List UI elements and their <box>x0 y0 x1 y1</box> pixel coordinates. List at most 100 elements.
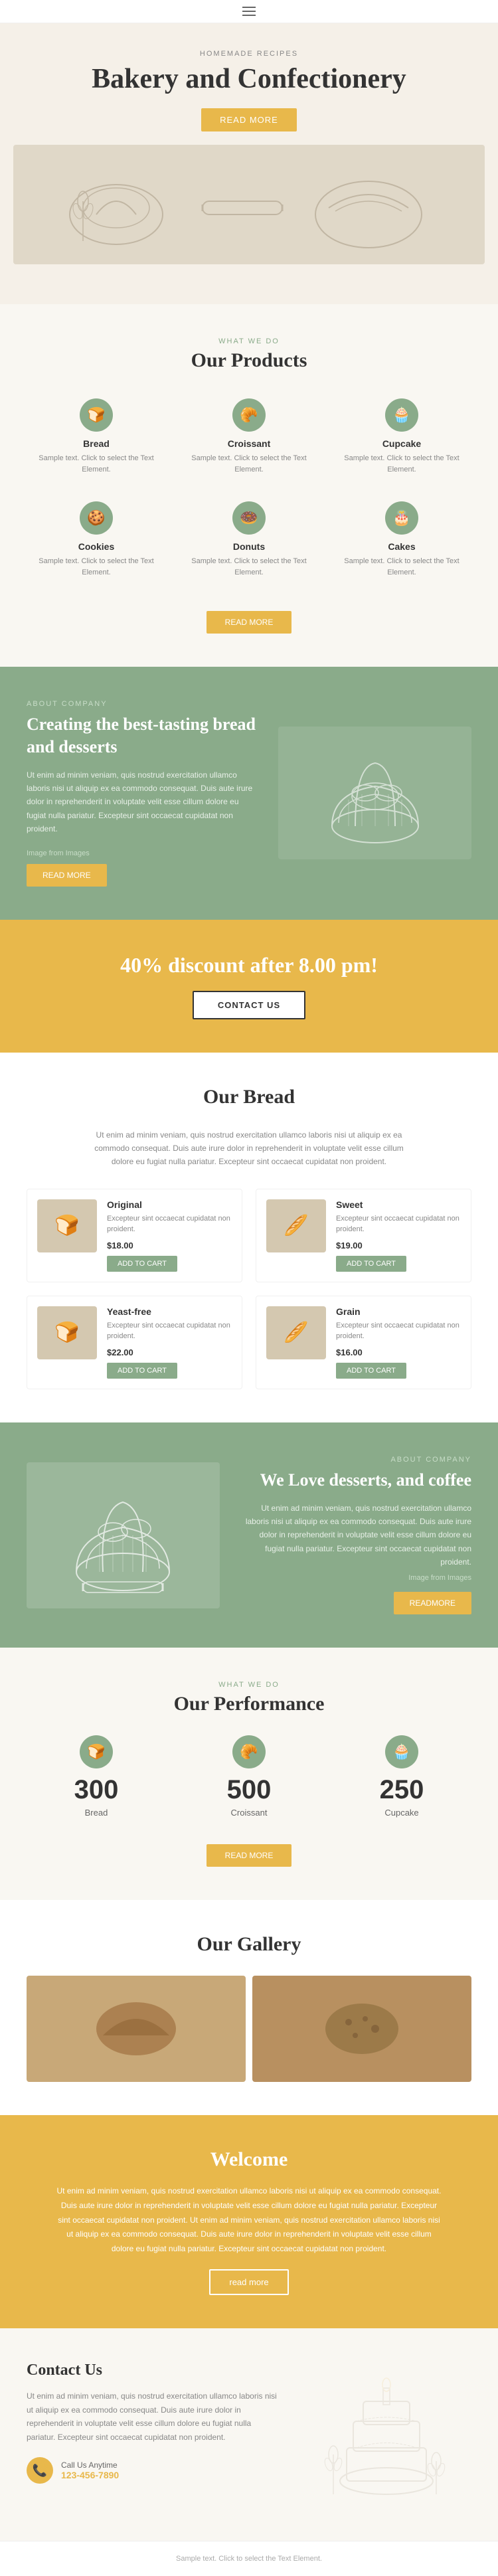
bread-item-grain: 🥖 Grain Excepteur sint occaecat cupidata… <box>256 1296 471 1389</box>
bread-name-sweet: Sweet <box>336 1199 461 1210</box>
perf-croissant-number: 500 <box>179 1775 319 1805</box>
hamburger-menu[interactable] <box>242 7 256 16</box>
add-to-cart-original[interactable]: ADD TO CART <box>107 1256 177 1272</box>
add-to-cart-yeast-free[interactable]: ADD TO CART <box>107 1363 177 1379</box>
hamburger-line-3 <box>242 15 256 16</box>
product-item-cookies[interactable]: 🍪 Cookies Sample text. Click to select t… <box>27 495 166 584</box>
contact-title: Contact Us <box>27 2361 282 2379</box>
product-name-donuts: Donuts <box>186 541 312 552</box>
product-name-bread: Bread <box>33 438 159 449</box>
products-grid: 🍞 Bread Sample text. Click to select the… <box>27 392 471 584</box>
products-label: what we do <box>27 337 471 345</box>
footer: Sample text. Click to select the Text El… <box>0 2541 498 2576</box>
welcome-section: Welcome Ut enim ad minim veniam, quis no… <box>0 2115 498 2328</box>
cookies-icon: 🍪 <box>80 501 113 535</box>
bread-price-grain: $16.00 <box>336 1347 461 1357</box>
contact-body: Ut enim ad minim veniam, quis nostrud ex… <box>27 2389 282 2444</box>
love-section: about company We Love desserts, and coff… <box>0 1422 498 1648</box>
footer-text: Sample text. Click to select the Text El… <box>27 2555 471 2563</box>
product-item-cakes[interactable]: 🎂 Cakes Sample text. Click to select the… <box>332 495 471 584</box>
bread-desc-original: Excepteur sint occaecat cupidatat non pr… <box>107 1213 232 1235</box>
hero-read-more-button[interactable]: READ MORE <box>201 108 297 131</box>
bread-item-original: 🍞 Original Excepteur sint occaecat cupid… <box>27 1189 242 1282</box>
bread-desc-grain: Excepteur sint occaecat cupidatat non pr… <box>336 1320 461 1342</box>
hero-image <box>13 145 485 264</box>
bread-image-sweet: 🥖 <box>266 1199 326 1252</box>
product-desc-croissant: Sample text. Click to select the Text El… <box>186 453 312 475</box>
bread-price-original: $18.00 <box>107 1241 232 1250</box>
perf-croissant-icon: 🥐 <box>232 1735 266 1768</box>
hero-title: Bakery and Confectionery <box>13 63 485 95</box>
perf-cupcake-icon: 🧁 <box>385 1735 418 1768</box>
performance-label: what we do <box>27 1681 471 1689</box>
performance-title: Our Performance <box>27 1693 471 1715</box>
phone-number: 123-456-7890 <box>61 2470 119 2480</box>
product-item-croissant[interactable]: 🥐 Croissant Sample text. Click to select… <box>179 392 319 481</box>
perf-item-cupcake: 🧁 250 Cupcake <box>332 1735 471 1818</box>
perf-item-croissant: 🥐 500 Croissant <box>179 1735 319 1818</box>
donuts-icon: 🍩 <box>232 501 266 535</box>
add-to-cart-grain[interactable]: ADD TO CART <box>336 1363 406 1379</box>
gallery-image-2 <box>252 1976 471 2082</box>
product-name-croissant: Croissant <box>186 438 312 449</box>
bread-grid: 🍞 Original Excepteur sint occaecat cupid… <box>27 1189 471 1389</box>
product-item-cupcake[interactable]: 🧁 Cupcake Sample text. Click to select t… <box>332 392 471 481</box>
cakes-icon: 🎂 <box>385 501 418 535</box>
products-title: Our Products <box>27 349 471 372</box>
bread-name-original: Original <box>107 1199 232 1210</box>
product-desc-bread: Sample text. Click to select the Text El… <box>33 453 159 475</box>
phone-label: Call Us Anytime <box>61 2460 119 2470</box>
discount-banner: 40% discount after 8.00 pm! CONTACT US <box>0 920 498 1053</box>
products-section: what we do Our Products 🍞 Bread Sample t… <box>0 304 498 667</box>
perf-bread-number: 300 <box>27 1775 166 1805</box>
hero-section: Homemade recipes Bakery and Confectioner… <box>0 23 498 304</box>
performance-read-more-button[interactable]: READ MORE <box>207 1844 292 1867</box>
bread-section: Our Bread Ut enim ad minim veniam, quis … <box>0 1053 498 1422</box>
product-desc-cakes: Sample text. Click to select the Text El… <box>339 556 465 578</box>
bread-section-title: Our Bread <box>27 1086 471 1108</box>
bread-price-yeast-free: $22.00 <box>107 1347 232 1357</box>
product-item-donuts[interactable]: 🍩 Donuts Sample text. Click to select th… <box>179 495 319 584</box>
perf-cupcake-number: 250 <box>332 1775 471 1805</box>
gallery-image-1 <box>27 1976 246 2082</box>
welcome-title: Welcome <box>27 2148 471 2171</box>
contact-section: Contact Us Ut enim ad minim veniam, quis… <box>0 2328 498 2541</box>
product-item-bread[interactable]: 🍞 Bread Sample text. Click to select the… <box>27 392 166 481</box>
perf-item-bread: 🍞 300 Bread <box>27 1735 166 1818</box>
bread-image-grain: 🥖 <box>266 1306 326 1359</box>
welcome-read-more-button[interactable]: read more <box>209 2269 288 2295</box>
product-name-cupcake: Cupcake <box>339 438 465 449</box>
croissant-icon: 🥐 <box>232 398 266 432</box>
gallery-grid <box>27 1976 471 2082</box>
about-image <box>278 727 471 859</box>
product-name-cookies: Cookies <box>33 541 159 552</box>
discount-text: 40% discount after 8.00 pm! <box>27 953 471 978</box>
add-to-cart-sweet[interactable]: ADD TO CART <box>336 1256 406 1272</box>
gallery-section: Our Gallery <box>0 1900 498 2115</box>
bread-icon: 🍞 <box>80 398 113 432</box>
about-text: about company Creating the best-tasting … <box>27 700 258 887</box>
products-read-more-button[interactable]: Read More <box>207 611 292 634</box>
performance-grid: 🍞 300 Bread 🥐 500 Croissant 🧁 250 Cupcak… <box>27 1735 471 1818</box>
welcome-body: Ut enim ad minim veniam, quis nostrud ex… <box>56 2184 442 2256</box>
hero-content: Homemade recipes Bakery and Confectioner… <box>13 50 485 131</box>
bread-section-header: Our Bread Ut enim ad minim veniam, quis … <box>27 1086 471 1169</box>
gallery-title: Our Gallery <box>27 1933 471 1956</box>
bread-info-sweet: Sweet Excepteur sint occaecat cupidatat … <box>336 1199 461 1272</box>
about-read-more-button[interactable]: Read More <box>27 864 107 887</box>
bread-section-desc: Ut enim ad minim veniam, quis nostrud ex… <box>83 1128 415 1169</box>
product-desc-cookies: Sample text. Click to select the Text El… <box>33 556 159 578</box>
perf-croissant-label: Croissant <box>179 1808 319 1818</box>
bread-info-grain: Grain Excepteur sint occaecat cupidatat … <box>336 1306 461 1379</box>
about-section: about company Creating the best-tasting … <box>0 667 498 920</box>
love-readmore-button[interactable]: READMORE <box>394 1592 471 1614</box>
bread-desc-sweet: Excepteur sint occaecat cupidatat non pr… <box>336 1213 461 1235</box>
contact-image <box>301 2361 471 2508</box>
love-title: We Love desserts, and coffee <box>240 1469 471 1492</box>
perf-bread-label: Bread <box>27 1808 166 1818</box>
hamburger-line-1 <box>242 7 256 8</box>
love-image-label: Image from Images <box>240 1574 471 1582</box>
contact-us-button[interactable]: CONTACT US <box>193 991 305 1019</box>
about-image-label: Image from Images <box>27 849 258 857</box>
bread-price-sweet: $19.00 <box>336 1241 461 1250</box>
